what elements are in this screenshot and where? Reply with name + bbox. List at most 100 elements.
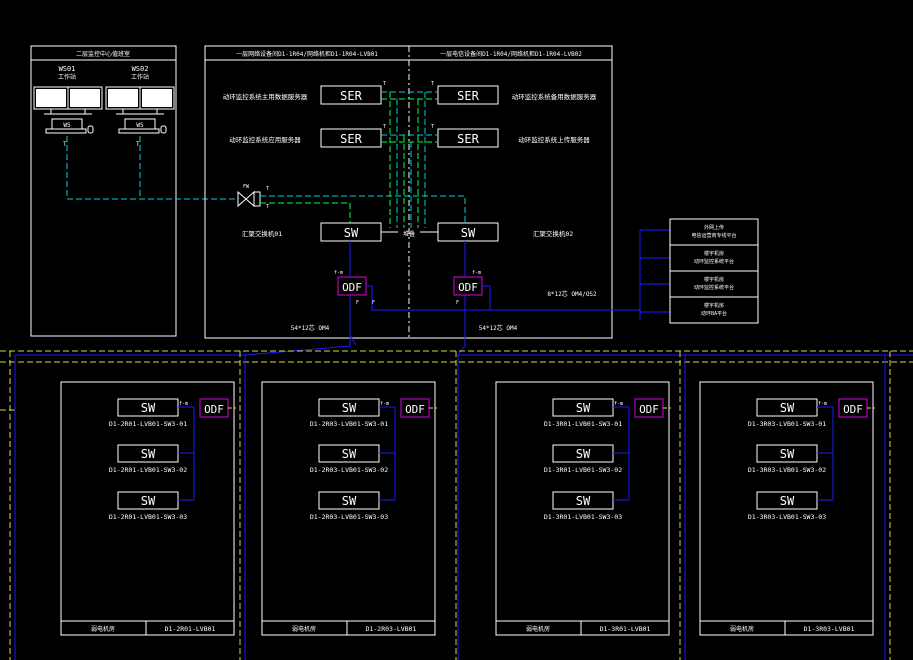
cable-left-label: 54*12芯 OM4 xyxy=(291,324,330,332)
rack-switch-label: SW xyxy=(342,494,357,508)
external-item-label: 动环监控系统平台 xyxy=(694,284,734,291)
ws01-link-mark: T xyxy=(63,141,67,148)
rack-fm-label: f-m xyxy=(818,401,827,407)
rack-switch-name: D1-3R03-LVB01-SW3-03 xyxy=(748,513,826,521)
backbone-yellow xyxy=(0,350,913,660)
link-mark: T xyxy=(431,124,434,130)
rack-footer-room: 弱电机房 xyxy=(292,625,316,633)
odf-right-label: ODF xyxy=(458,281,478,294)
ws-area-title: 二层监控中心值班室 xyxy=(76,50,130,58)
rack-switch-label: SW xyxy=(576,401,591,415)
ws-cables xyxy=(66,136,238,200)
odf-left-label: ODF xyxy=(342,281,362,294)
f-label: F xyxy=(456,300,459,306)
server-app-right-desc: 动环监控系统上传服务器 xyxy=(518,135,590,144)
ws-area: 二层监控中心值班室 WS01 工作站 WS WS02 工作站 WS T T xyxy=(30,45,177,337)
ws02-label: WS xyxy=(136,122,144,129)
ws02-id: WS02 xyxy=(132,65,149,73)
ws01-label: WS xyxy=(63,122,71,129)
switch-01-name: 汇聚交换机01 xyxy=(242,229,282,238)
server-app-left-label: SER xyxy=(340,132,362,146)
rack-switch-label: SW xyxy=(576,447,591,461)
firewall-icon xyxy=(237,190,261,208)
cable-mid-label: 8*12芯 OM4/OS2 xyxy=(547,290,597,298)
external-item-label: 楼宇机房 xyxy=(704,302,724,309)
rack: 弱电机房 D1-2R01-LVB01 SW D1-2R01-LVB01-SW3-01 S… xyxy=(60,381,236,636)
rack-switch-name: D1-3R01-LVB01-SW3-03 xyxy=(544,513,622,521)
cable-right-label: 54*12芯 OM4 xyxy=(479,324,518,332)
mouse-icon xyxy=(160,125,167,134)
ws02-link-mark: T xyxy=(136,141,140,148)
ws02-sub: 工作站 xyxy=(131,73,149,81)
rack-switch-name: D1-3R01-LVB01-SW3-01 xyxy=(544,420,622,428)
rack-switch-name: D1-2R01-LVB01-SW3-01 xyxy=(109,420,187,428)
rack-switch-label: SW xyxy=(141,447,156,461)
rack-switch-name: D1-3R03-LVB01-SW3-01 xyxy=(748,420,826,428)
rack-footer-room: 弱电机房 xyxy=(730,625,754,633)
rack-switch-label: SW xyxy=(342,447,357,461)
external-item-label: 动环监控系统平台 xyxy=(694,258,734,265)
server-app-left-desc: 动环监控系统应用服务器 xyxy=(229,135,301,144)
external-item-label: 外网上传 xyxy=(704,224,724,231)
firewall-mark: T xyxy=(266,186,269,192)
rack-switch-name: D1-2R03-LVB01-SW3-01 xyxy=(310,420,388,428)
rack-footer-id: D1-2R03-LVB01 xyxy=(366,625,417,633)
rack-switch-name: D1-3R03-LVB01-SW3-02 xyxy=(748,466,826,474)
fm-label: f-m xyxy=(334,270,343,276)
server-main-right-desc: 动环监控系统备用数据服务器 xyxy=(512,92,597,101)
link-mark: T xyxy=(383,81,386,87)
rack-switch-label: SW xyxy=(342,401,357,415)
rack-switch-label: SW xyxy=(141,401,156,415)
core-room: 一层网络设备间D1-1R04/网络机柜D1-1R04-LVB01 一层电信设备间… xyxy=(204,45,613,339)
ws01-sub: 工作站 xyxy=(58,73,76,81)
rack-switch-name: D1-3R01-LVB01-SW3-02 xyxy=(544,466,622,474)
rack-switch-label: SW xyxy=(780,447,795,461)
rack-switch-name: D1-2R03-LVB01-SW3-03 xyxy=(310,513,388,521)
stack-label: 堆叠 xyxy=(403,230,415,238)
server-main-left-label: SER xyxy=(340,89,362,103)
core-cables xyxy=(260,91,466,228)
rack-switch-label: SW xyxy=(141,494,156,508)
rack-switch-name: D1-2R01-LVB01-SW3-02 xyxy=(109,466,187,474)
core-left-title: 一层网络设备间D1-1R04/网络机柜D1-1R04-LVB01 xyxy=(236,50,378,58)
rack-fm-label: f-m xyxy=(179,401,188,407)
rack-odf-label: ODF xyxy=(639,403,659,416)
rack-footer-id: D1-3R03-LVB01 xyxy=(804,625,855,633)
ws01-id: WS01 xyxy=(59,65,76,73)
rack-footer-room: 弱电机房 xyxy=(91,625,115,633)
external-item-label: 楼宇机房 xyxy=(704,276,724,283)
rack: 弱电机房 D1-2R03-LVB01 SW D1-2R03-LVB01-SW3-01 S… xyxy=(261,381,437,636)
rack: 弱电机房 D1-3R03-LVB01 SW D1-3R03-LVB01-SW3-01 S… xyxy=(699,381,875,636)
rack-switch-name: D1-2R03-LVB01-SW3-02 xyxy=(310,466,388,474)
link-mark: T xyxy=(383,124,386,130)
core-right-title: 一层电信设备间D1-1R04/网络机柜D1-1R04-LVB02 xyxy=(440,50,582,58)
switch-02-label: SW xyxy=(461,226,476,240)
firewall-label: FW xyxy=(243,184,250,190)
rack-footer-id: D1-3R01-LVB01 xyxy=(600,625,651,633)
rack-fm-label: f-m xyxy=(614,401,623,407)
external-item-label: 动环BA平台 xyxy=(701,310,727,317)
external-item-label: 电信运营商专线平台 xyxy=(691,232,736,239)
rack-switch-name: D1-2R01-LVB01-SW3-03 xyxy=(109,513,187,521)
rack: 弱电机房 D1-3R01-LVB01 SW D1-3R01-LVB01-SW3-01 S… xyxy=(495,381,671,636)
rack-odf-label: ODF xyxy=(204,403,224,416)
rack-footer-room: 弱电机房 xyxy=(526,625,550,633)
server-app-right-label: SER xyxy=(457,132,479,146)
network-diagram: 二层监控中心值班室 WS01 工作站 WS WS02 工作站 WS T T 一层… xyxy=(0,45,913,660)
rack-footer-id: D1-2R01-LVB01 xyxy=(165,625,216,633)
switch-01-label: SW xyxy=(344,226,359,240)
server-main-right-label: SER xyxy=(457,89,479,103)
rack-switch-label: SW xyxy=(576,494,591,508)
rack-odf-label: ODF xyxy=(843,403,863,416)
server-main-left-desc: 动环监控系统主用数据服务器 xyxy=(223,92,308,101)
rack-switch-label: SW xyxy=(780,494,795,508)
rack-fm-label: f-m xyxy=(380,401,389,407)
external-item-label: 楼宇机房 xyxy=(704,250,724,257)
firewall-mark: T xyxy=(266,204,269,210)
switch-02-name: 汇聚交换机02 xyxy=(533,229,573,238)
fm-label: f-m xyxy=(472,270,481,276)
rack-switch-label: SW xyxy=(780,401,795,415)
link-mark: T xyxy=(431,81,434,87)
f-label: F xyxy=(356,300,359,306)
mouse-icon xyxy=(87,125,94,134)
